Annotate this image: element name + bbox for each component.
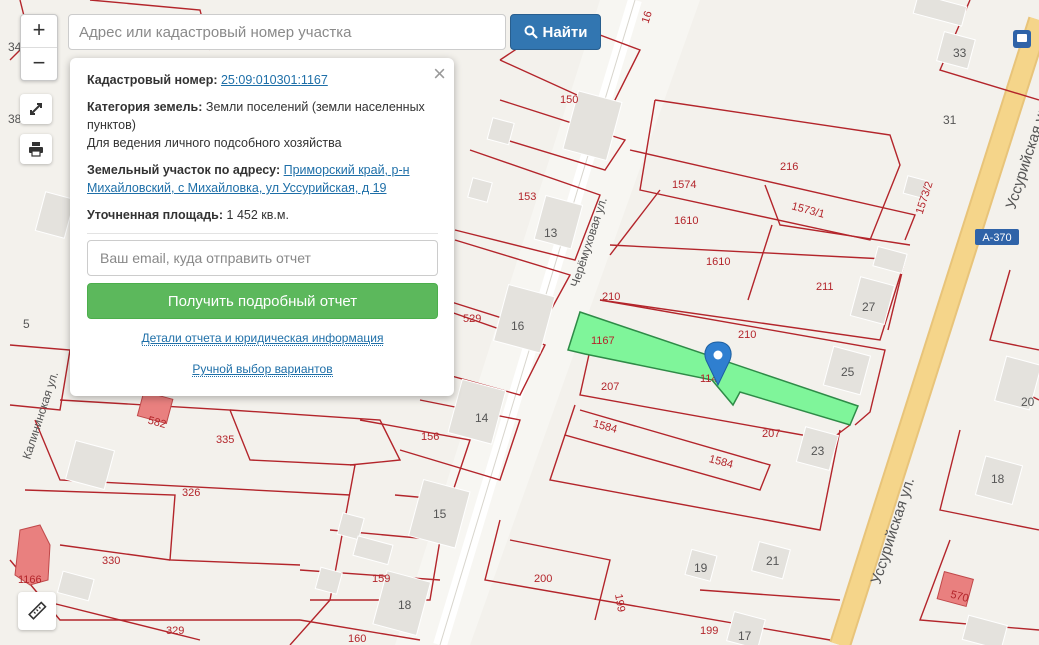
parcel-label: 207 xyxy=(601,381,619,393)
cadastral-number-link[interactable]: 25:09:010301:1167 xyxy=(221,73,328,87)
cadastral-row: Кадастровый номер: 25:09:010301:1167 xyxy=(87,71,438,89)
house-number: 20 xyxy=(1021,395,1035,409)
measure-button[interactable] xyxy=(18,592,56,630)
parcel-label: 1610 xyxy=(674,215,698,227)
parcel-label: 159 xyxy=(372,573,390,585)
house-number: 31 xyxy=(943,113,957,127)
parcel-label: 1167 xyxy=(591,335,615,347)
house-number: 15 xyxy=(433,507,447,521)
divider xyxy=(87,233,438,234)
bus-stop-icon xyxy=(1013,30,1031,48)
search-button-label: Найти xyxy=(542,23,588,41)
parcel-label: 1574 xyxy=(672,179,696,191)
house-number: 33 xyxy=(953,46,967,60)
search-input[interactable] xyxy=(68,14,506,50)
parcel-label: 210 xyxy=(602,291,620,303)
zoom-control: + − xyxy=(20,14,58,81)
house-number: 5 xyxy=(23,317,30,331)
parcel-label: 529 xyxy=(463,313,481,325)
zoom-out-button[interactable]: − xyxy=(21,47,57,80)
svg-text:А-370: А-370 xyxy=(982,232,1011,244)
search-icon xyxy=(524,25,538,39)
cadastral-label: Кадастровый номер: xyxy=(87,73,218,87)
house-number: 16 xyxy=(511,319,525,333)
parcel-label: 150 xyxy=(560,94,578,106)
fullscreen-button[interactable] xyxy=(20,94,52,124)
parcel-label: 1610 xyxy=(706,256,730,268)
parcel-label: 329 xyxy=(166,625,184,637)
parcel-label: 211 xyxy=(816,281,834,293)
category-label: Категория земель: xyxy=(87,100,203,114)
area-label: Уточненная площадь: xyxy=(87,208,224,222)
parcel-label: 330 xyxy=(102,555,120,567)
zoom-in-button[interactable]: + xyxy=(21,15,57,47)
parcel-label: 200 xyxy=(534,573,552,585)
house-number: 19 xyxy=(694,561,708,575)
house-number: 25 xyxy=(841,365,855,379)
search-button[interactable]: Найти xyxy=(510,14,601,50)
house-number: 23 xyxy=(811,444,825,458)
address-label: Земельный участок по адресу: xyxy=(87,163,281,177)
report-details-link[interactable]: Детали отчета и юридическая информация xyxy=(87,329,438,347)
category-row: Категория земель: Земли поселений (земли… xyxy=(87,98,438,152)
house-number: 14 xyxy=(475,411,489,425)
parcel-label: 335 xyxy=(216,434,234,446)
house-number: 17 xyxy=(738,629,752,643)
parcel-label: 199 xyxy=(700,625,718,637)
parcel-label: 207 xyxy=(762,428,780,440)
parcel-label: 156 xyxy=(421,431,439,443)
parcel-label: 153 xyxy=(518,191,536,203)
print-button[interactable] xyxy=(20,134,52,164)
get-report-button[interactable]: Получить подробный отчет xyxy=(87,283,438,319)
printer-icon xyxy=(29,142,43,157)
house-number: 18 xyxy=(991,472,1005,486)
parcel-info-popup: × Кадастровый номер: 25:09:010301:1167 К… xyxy=(70,58,454,396)
area-value: 1 452 кв.м. xyxy=(226,208,289,222)
parcel-label: 160 xyxy=(348,633,366,645)
area-row: Уточненная площадь: 1 452 кв.м. xyxy=(87,206,438,224)
route-badge-a370: А-370 xyxy=(975,229,1019,245)
house-number: 21 xyxy=(766,554,780,568)
manual-selection-link[interactable]: Ручной выбор вариантов xyxy=(87,360,438,378)
parcel-label: 326 xyxy=(182,487,200,499)
parcel-label: 210 xyxy=(738,329,756,341)
house-number: 18 xyxy=(398,598,412,612)
parcel-label: 1166 xyxy=(18,574,42,586)
house-number: 27 xyxy=(862,300,876,314)
parcel-label: 216 xyxy=(780,161,798,173)
house-number: 13 xyxy=(544,226,558,240)
email-field[interactable] xyxy=(87,240,438,276)
expand-icon xyxy=(30,103,42,115)
usage-value: Для ведения личного подсобного хозяйства xyxy=(87,136,342,150)
ruler-icon xyxy=(28,601,47,620)
address-row: Земельный участок по адресу: Приморский … xyxy=(87,161,438,197)
close-icon[interactable]: × xyxy=(433,63,446,85)
